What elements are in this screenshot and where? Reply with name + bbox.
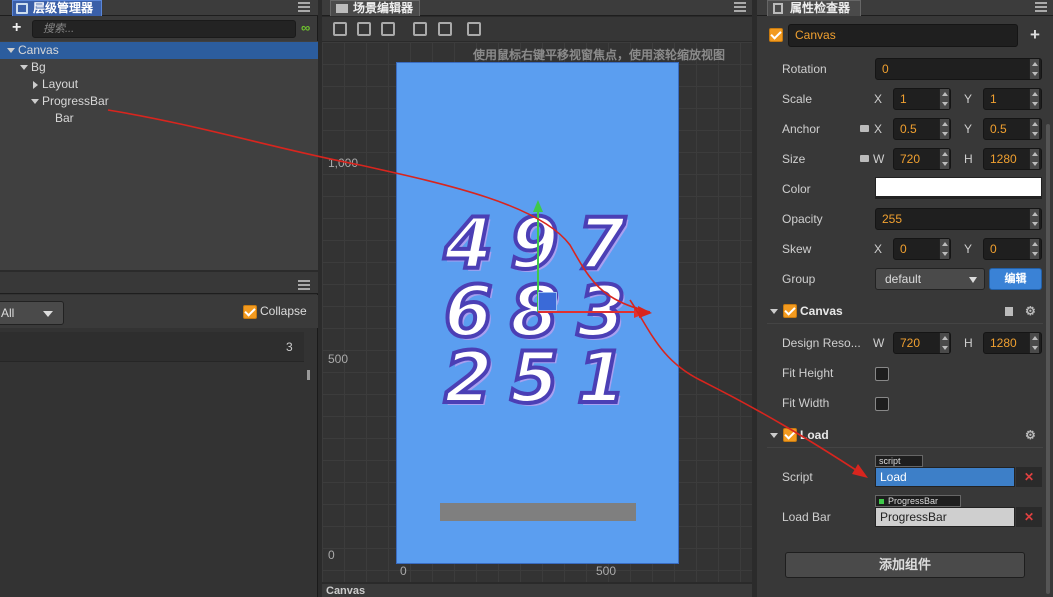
annotation-arrows [107, 109, 868, 478]
annotation-arrowhead [852, 464, 868, 478]
annotation-arrow [107, 109, 651, 313]
annotation-arrow [629, 299, 863, 475]
